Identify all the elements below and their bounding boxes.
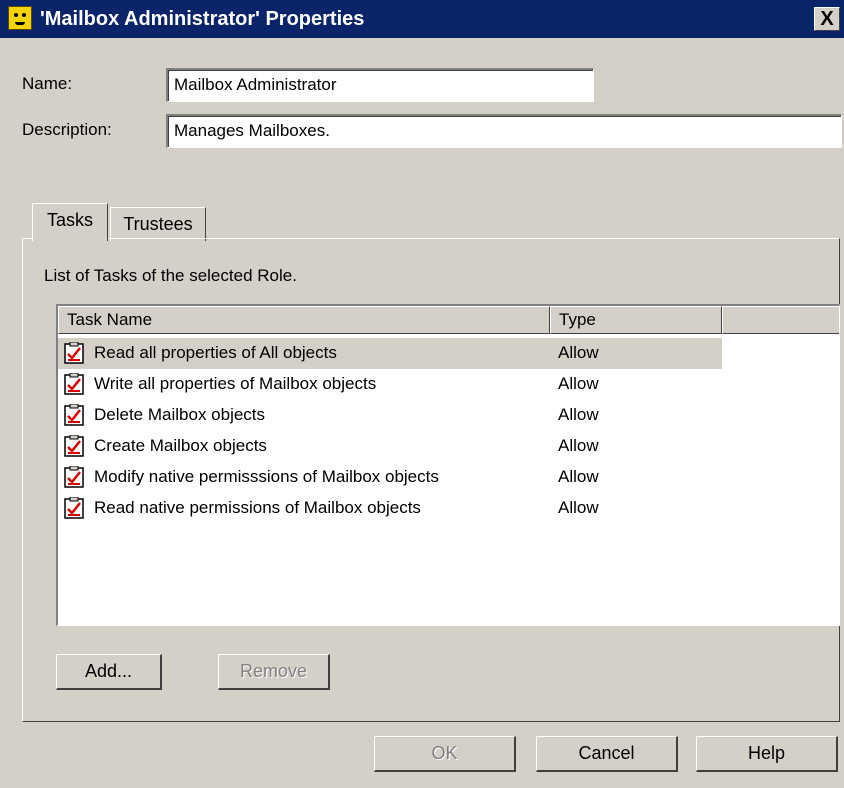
- task-checklist-icon: [64, 496, 84, 519]
- task-name: Read all properties of All objects: [94, 343, 337, 362]
- task-type: Allow: [558, 405, 599, 424]
- task-name: Modify native permisssions of Mailbox ob…: [94, 467, 439, 486]
- list-item[interactable]: Create Mailbox objects Allow: [58, 431, 722, 462]
- task-type: Allow: [558, 467, 599, 486]
- description-label: Description:: [22, 120, 112, 140]
- task-type: Allow: [558, 436, 599, 455]
- ok-button[interactable]: OK: [374, 736, 516, 772]
- name-field[interactable]: Mailbox Administrator: [166, 68, 594, 102]
- list-item[interactable]: Delete Mailbox objects Allow: [58, 400, 722, 431]
- task-type: Allow: [558, 498, 599, 517]
- task-name: Delete Mailbox objects: [94, 405, 266, 424]
- help-button-label: Help: [747, 743, 786, 763]
- window-title: 'Mailbox Administrator' Properties: [40, 8, 365, 30]
- column-task-name[interactable]: Task Name: [58, 306, 550, 334]
- task-checklist-icon: [64, 341, 84, 364]
- description-field[interactable]: Manages Mailboxes.: [166, 114, 842, 148]
- tab-trustees-label: Trustees: [123, 214, 193, 234]
- task-checklist-icon: [64, 434, 84, 457]
- column-filler: [722, 306, 839, 334]
- panel-caption: List of Tasks of the selected Role.: [44, 266, 297, 285]
- task-list[interactable]: Task Name Type Read all properties of Al…: [56, 304, 840, 626]
- cancel-button-label: Cancel: [578, 743, 635, 763]
- task-checklist-icon: [64, 403, 84, 426]
- task-name: Create Mailbox objects: [94, 436, 267, 455]
- task-checklist-icon: [64, 465, 84, 488]
- name-label-text: Name:: [22, 74, 73, 93]
- task-name: Write all properties of Mailbox objects: [94, 374, 377, 393]
- help-button[interactable]: Help: [696, 736, 838, 772]
- list-header: Task Name Type: [58, 306, 839, 334]
- description-label-text: Description:: [22, 120, 112, 139]
- task-type: Allow: [558, 374, 599, 393]
- add-button-label: Add...: [84, 661, 133, 681]
- remove-button[interactable]: Remove: [218, 654, 330, 690]
- list-item[interactable]: Write all properties of Mailbox objects A…: [58, 369, 722, 400]
- task-name: Read native permissions of Mailbox objec…: [94, 498, 421, 517]
- add-button[interactable]: Add...: [56, 654, 162, 690]
- column-type[interactable]: Type: [550, 306, 722, 334]
- role-icon: [8, 6, 32, 30]
- list-item[interactable]: Read all properties of All objects Allow: [58, 338, 722, 369]
- tab-tasks[interactable]: Tasks: [32, 203, 108, 241]
- close-button[interactable]: X: [814, 7, 840, 31]
- list-item[interactable]: Modify native permisssions of Mailbox ob…: [58, 462, 722, 493]
- cancel-button[interactable]: Cancel: [536, 736, 678, 772]
- tab-trustees[interactable]: Trustees: [110, 207, 206, 241]
- ok-button-label: OK: [431, 743, 458, 763]
- remove-button-label: Remove: [239, 661, 308, 681]
- title-bar: 'Mailbox Administrator' Properties X: [0, 0, 844, 38]
- tab-tasks-label: Tasks: [46, 210, 93, 230]
- name-label: Name:: [22, 74, 72, 94]
- task-type: Allow: [558, 343, 599, 362]
- list-item[interactable]: Read native permissions of Mailbox objec…: [58, 493, 722, 524]
- task-checklist-icon: [64, 372, 84, 395]
